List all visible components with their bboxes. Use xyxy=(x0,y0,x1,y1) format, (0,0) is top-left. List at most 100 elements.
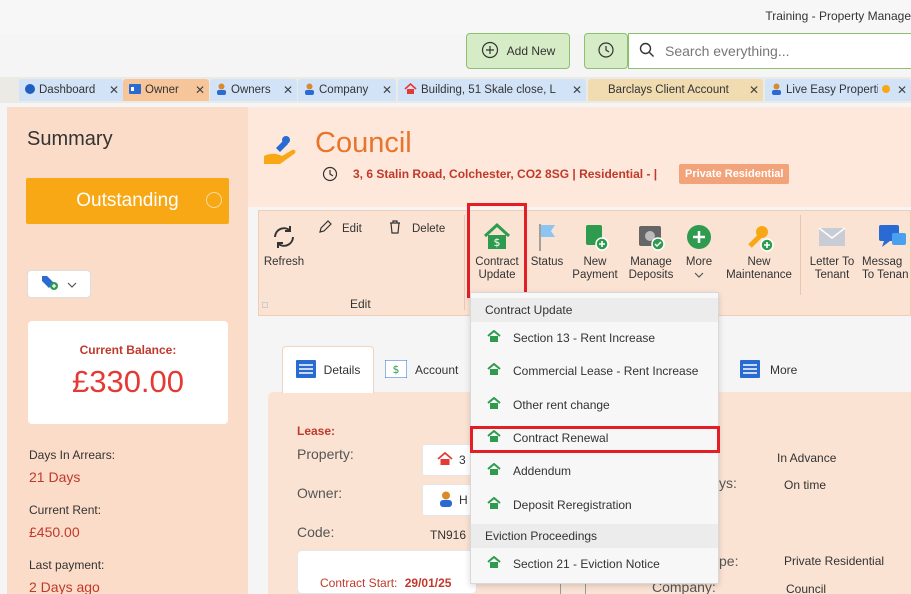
tag-dropdown[interactable] xyxy=(27,270,91,298)
right-value-2: On time xyxy=(784,478,827,492)
close-icon[interactable]: ✕ xyxy=(382,83,392,97)
search-input[interactable]: Search everything... xyxy=(665,43,790,59)
tab-account[interactable]: $ Account xyxy=(384,358,459,382)
status-badge[interactable]: Outstanding xyxy=(26,178,229,224)
status-button[interactable]: Status xyxy=(530,222,564,269)
more-button[interactable]: More xyxy=(682,222,716,282)
tab-details[interactable]: Details xyxy=(282,346,374,393)
right-label-3: pe: xyxy=(719,553,739,569)
property-value: 3 xyxy=(459,453,466,467)
message-tenant-button[interactable]: Messag To Tenan xyxy=(862,222,911,282)
new-payment-label-1: New xyxy=(583,256,607,268)
wrench-icon xyxy=(744,222,774,252)
owner-field[interactable]: H xyxy=(422,484,472,516)
chevron-down-icon xyxy=(67,277,77,291)
tab-building[interactable]: Building, 51 Skale close, L ✕ xyxy=(398,79,586,101)
dashboard-icon xyxy=(25,83,35,97)
menu-item-section-21[interactable]: Section 21 - Eviction Notice xyxy=(471,549,718,579)
add-new-button[interactable]: Add New xyxy=(466,33,570,69)
manage-deposits-label-1: Manage xyxy=(630,256,672,268)
info-icon[interactable] xyxy=(206,192,222,208)
search-icon xyxy=(639,42,655,61)
message-label-2: To Tenan xyxy=(862,269,909,281)
delete-label: Delete xyxy=(412,222,446,235)
new-maintenance-label-1: New xyxy=(747,256,771,268)
person-icon xyxy=(304,83,315,98)
letter-label-2: Tenant xyxy=(814,269,850,281)
menu-item-section-13[interactable]: Section 13 - Rent Increase xyxy=(471,323,718,353)
manage-deposits-label-2: Deposits xyxy=(628,269,674,281)
refresh-button[interactable]: Refresh xyxy=(262,222,306,269)
balance-value: £330.00 xyxy=(71,364,185,399)
tab-label: Company xyxy=(319,84,369,96)
balance-label: Current Balance: xyxy=(79,343,177,357)
current-rent-value: £450.00 xyxy=(29,524,80,540)
page-title: Council xyxy=(315,127,412,159)
close-icon[interactable]: ✕ xyxy=(195,83,205,97)
menu-item-label: Deposit Reregistration xyxy=(513,498,632,512)
close-icon[interactable]: ✕ xyxy=(572,83,582,97)
menu-header-eviction: Eviction Proceedings xyxy=(471,524,718,548)
delete-button[interactable]: Delete xyxy=(388,220,445,238)
house-dollar-icon xyxy=(487,555,501,572)
person-icon xyxy=(439,491,453,510)
tab-more[interactable]: More xyxy=(740,358,797,382)
ribbon-expand-icon[interactable] xyxy=(262,302,268,308)
house-dollar-icon xyxy=(487,396,501,413)
list-icon xyxy=(740,359,760,381)
tab-dashboard[interactable]: Dashboard ✕ xyxy=(19,79,123,101)
menu-item-label: Addendum xyxy=(513,464,572,478)
flag-icon xyxy=(532,222,562,252)
owner-label: Owner: xyxy=(297,485,343,501)
tab-account-label: Account xyxy=(415,363,459,377)
menu-header-contract-update: Contract Update xyxy=(471,298,718,322)
tab-label: Building, 51 Skale close, L xyxy=(421,84,556,96)
edit-button[interactable]: Edit xyxy=(318,220,362,238)
new-maintenance-button[interactable]: New Maintenance xyxy=(722,222,796,282)
history-button[interactable] xyxy=(584,33,628,69)
tab-label: Owners xyxy=(231,84,271,96)
right-value-3: Private Residential xyxy=(784,554,885,568)
tab-more-label: More xyxy=(770,363,798,377)
house-dollar-icon xyxy=(487,362,501,379)
message-label-1: Messag xyxy=(862,256,903,268)
menu-item-addendum[interactable]: Addendum xyxy=(471,456,718,486)
tab-details-label: Details xyxy=(323,363,361,377)
close-icon[interactable]: ✕ xyxy=(897,83,907,97)
address-line: 3, 6 Stalin Road, Colchester, CO2 8SG | … xyxy=(353,167,658,181)
menu-item-label: Commercial Lease - Rent Increase xyxy=(513,364,699,378)
add-new-label: Add New xyxy=(506,44,556,58)
tab-company[interactable]: Company ✕ xyxy=(298,79,396,101)
new-payment-button[interactable]: New Payment xyxy=(572,222,618,282)
manage-deposits-button[interactable]: Manage Deposits xyxy=(626,222,676,282)
history-icon[interactable] xyxy=(322,166,338,185)
menu-item-deposit-reregistration[interactable]: Deposit Reregistration xyxy=(471,490,718,520)
property-field[interactable]: 3 xyxy=(422,444,472,476)
search-box[interactable]: Search everything... xyxy=(628,33,911,69)
menu-item-commercial-lease[interactable]: Commercial Lease - Rent Increase xyxy=(471,356,718,386)
lease-label: Lease: xyxy=(297,424,336,438)
property-label: Property: xyxy=(297,446,354,462)
envelope-icon xyxy=(817,222,847,252)
close-icon[interactable]: ✕ xyxy=(749,83,759,97)
tab-owners[interactable]: Owners ✕ xyxy=(210,79,297,101)
house-dollar-icon xyxy=(487,462,501,479)
right-value-1: In Advance xyxy=(777,451,837,465)
type-badge: Private Residential xyxy=(679,164,790,184)
letter-label-1: Letter To xyxy=(809,256,855,268)
code-label: Code: xyxy=(297,524,335,540)
close-icon[interactable]: ✕ xyxy=(109,83,119,97)
letter-tenant-button[interactable]: Letter To Tenant xyxy=(806,222,858,282)
tab-owner[interactable]: Owner ✕ xyxy=(123,79,209,101)
house-icon xyxy=(437,451,453,469)
tab-barclays[interactable]: Barclays Client Account ✕ xyxy=(588,79,763,101)
summary-title: Summary xyxy=(27,128,113,150)
more-label: More xyxy=(685,256,713,268)
menu-item-other-rent-change[interactable]: Other rent change xyxy=(471,390,718,420)
highlight-box xyxy=(467,203,527,298)
highlight-box xyxy=(470,426,720,453)
current-rent-label: Current Rent: xyxy=(29,503,102,517)
close-icon[interactable]: ✕ xyxy=(283,83,293,97)
tab-live-easy[interactable]: Live Easy Propertie ✕ xyxy=(765,79,911,101)
trash-icon xyxy=(388,220,402,238)
